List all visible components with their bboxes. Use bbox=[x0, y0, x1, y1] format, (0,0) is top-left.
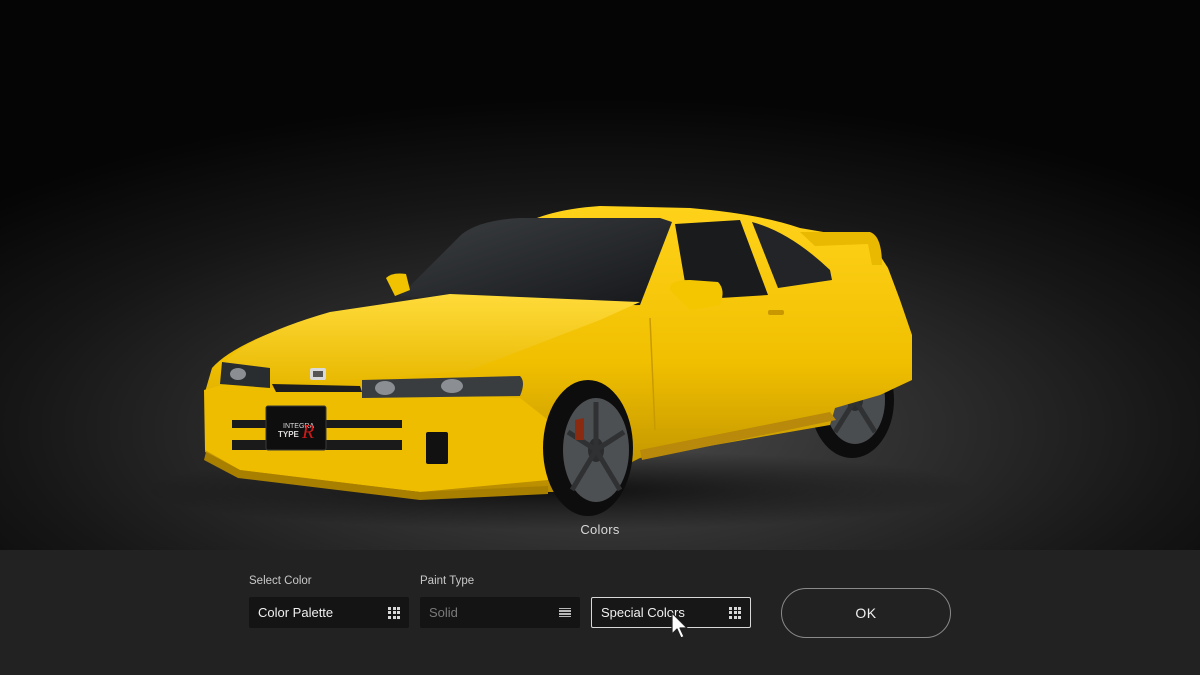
ok-button[interactable]: OK bbox=[781, 588, 951, 638]
badge-r: R bbox=[301, 421, 314, 443]
car-preview-stage: INTEGRA TYPE R Colors bbox=[0, 0, 1200, 550]
paint-type-select[interactable]: Solid bbox=[420, 597, 580, 628]
list-icon bbox=[559, 607, 571, 618]
honda-emblem-icon bbox=[310, 368, 326, 380]
mouse-pointer-icon bbox=[671, 612, 688, 639]
grid-icon bbox=[388, 606, 400, 619]
car-image: INTEGRA TYPE R bbox=[140, 206, 980, 530]
color-palette-value: Color Palette bbox=[258, 605, 334, 620]
grid-icon bbox=[729, 606, 741, 619]
color-palette-select[interactable]: Color Palette bbox=[249, 597, 409, 628]
badge-line2: TYPE bbox=[278, 430, 300, 439]
front-wheel bbox=[543, 380, 633, 516]
select-color-label: Select Color bbox=[249, 575, 312, 587]
paint-type-value: Solid bbox=[429, 605, 458, 620]
stage-caption: Colors bbox=[580, 522, 620, 537]
paint-type-label: Paint Type bbox=[420, 575, 475, 587]
color-options-panel: Select Color Color Palette Paint Type So… bbox=[0, 550, 1200, 675]
